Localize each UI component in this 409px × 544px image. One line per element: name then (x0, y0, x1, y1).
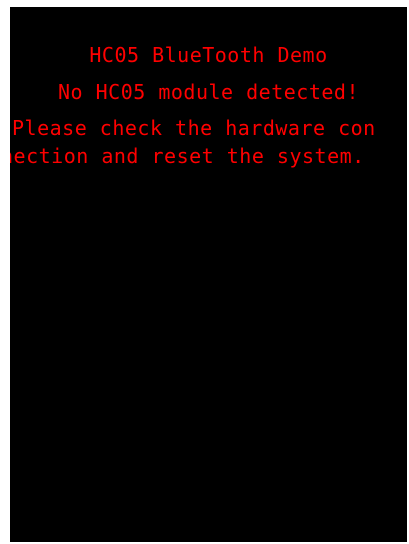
lcd-screen: HC05 BlueTooth Demo No HC05 module detec… (10, 7, 407, 542)
error-message: No HC05 module detected! (58, 80, 359, 104)
app-title: HC05 BlueTooth Demo (89, 43, 328, 67)
instruction-text-line-1: Please check the hardware con (12, 116, 376, 140)
device-frame: HC05 BlueTooth Demo No HC05 module detec… (0, 0, 409, 544)
instruction-text-line-2: nection and reset the system. (10, 144, 365, 168)
